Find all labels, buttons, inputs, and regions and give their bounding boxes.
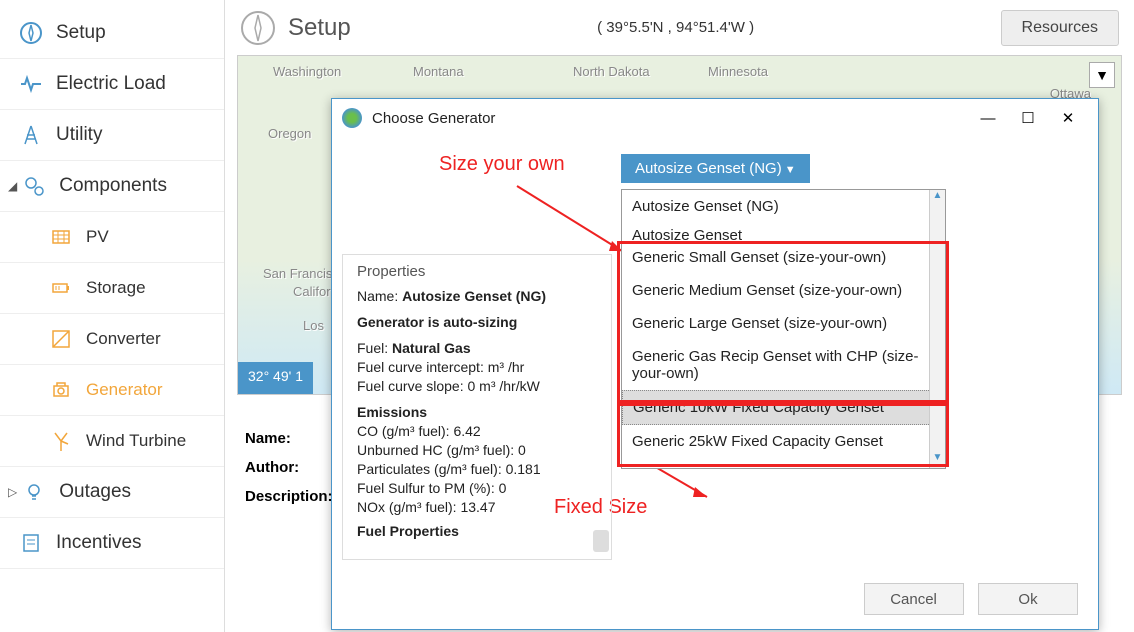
map-label: Montana	[413, 64, 464, 79]
name-value: Autosize Genset (NG)	[402, 288, 546, 304]
battery-icon	[48, 275, 74, 301]
author-label: Author:	[245, 459, 337, 476]
name-label: Name:	[357, 288, 398, 304]
compass-icon	[240, 10, 276, 46]
emission-value: Unburned HC (g/m³ fuel): 0	[357, 442, 597, 458]
pv-icon	[48, 224, 74, 250]
cancel-button[interactable]: Cancel	[864, 583, 964, 615]
sidebar-item-electric-load[interactable]: Electric Load	[0, 59, 224, 110]
map-label: Washington	[273, 64, 341, 79]
fuel-slope: Fuel curve slope: 0 m³ /hr/kW	[357, 378, 597, 394]
waveform-icon	[18, 71, 44, 97]
sidebar-label: Wind Turbine	[86, 431, 186, 451]
emissions-heading: Emissions	[357, 404, 597, 420]
app-icon	[342, 108, 362, 128]
properties-heading: Properties	[357, 263, 597, 280]
annotation-size-your-own: Size your own	[439, 153, 565, 176]
map-label: North Dakota	[573, 64, 650, 79]
dialog-titlebar: Choose Generator — ☐ ✕	[332, 99, 1098, 137]
sidebar-label: Converter	[86, 329, 161, 349]
header-bar: Setup ( 39°5.5'N , 94°51.4'W ) Resources	[225, 0, 1134, 55]
sidebar-item-setup[interactable]: Setup	[0, 8, 224, 59]
location-coords: ( 39°5.5'N , 94°51.4'W )	[351, 19, 1001, 36]
emission-value: Fuel Sulfur to PM (%): 0	[357, 480, 597, 496]
map-controls: ▼	[1089, 62, 1115, 91]
autosizing-text: Generator is auto-sizing	[357, 314, 597, 330]
fuel-props-heading: Fuel Properties	[357, 523, 597, 539]
map-layers-toggle[interactable]: ▼	[1089, 62, 1115, 88]
document-icon	[18, 530, 44, 556]
sidebar-label: Electric Load	[56, 73, 166, 95]
generator-select[interactable]: Autosize Genset (NG)	[621, 154, 810, 183]
sidebar-label: PV	[86, 227, 109, 247]
minimize-icon[interactable]: —	[968, 105, 1008, 131]
name-label: Name:	[245, 430, 337, 447]
fuel-intercept: Fuel curve intercept: m³ /hr	[357, 359, 597, 375]
caret-down-icon: ◢	[8, 179, 17, 193]
sidebar-label: Incentives	[56, 532, 142, 554]
sidebar-label: Storage	[86, 278, 146, 298]
bulb-icon	[21, 479, 47, 505]
properties-panel: Properties Name: Autosize Genset (NG) Ge…	[342, 254, 612, 560]
dialog-buttons: Cancel Ok	[854, 583, 1078, 615]
sidebar-item-utility[interactable]: Utility	[0, 110, 224, 161]
sidebar-item-storage[interactable]: Storage	[0, 263, 224, 314]
latlon-bar: 32° 49' 1	[238, 362, 313, 394]
generator-icon	[48, 377, 74, 403]
emission-value: NOx (g/m³ fuel): 13.47	[357, 499, 597, 515]
map-label: Los	[303, 318, 324, 333]
sidebar-label: Utility	[56, 124, 102, 146]
props-scrollbar[interactable]	[593, 530, 609, 552]
fuel-value: Natural Gas	[392, 340, 471, 356]
sidebar-label: Outages	[59, 481, 131, 503]
sidebar-label: Setup	[56, 22, 106, 44]
scroll-up-icon[interactable]: ▲	[930, 190, 945, 206]
sidebar-item-outages[interactable]: ▷ Outages	[0, 467, 224, 518]
close-icon[interactable]: ✕	[1048, 105, 1088, 131]
sidebar-label: Components	[59, 175, 167, 197]
fuel-label: Fuel:	[357, 340, 388, 356]
sidebar-item-incentives[interactable]: Incentives	[0, 518, 224, 569]
arrow-icon	[512, 181, 632, 261]
description-label: Description:	[245, 488, 337, 505]
emission-value: CO (g/m³ fuel): 6.42	[357, 423, 597, 439]
converter-icon	[48, 326, 74, 352]
resources-button[interactable]: Resources	[1001, 10, 1119, 46]
ok-button[interactable]: Ok	[978, 583, 1078, 615]
caret-right-icon: ▷	[8, 485, 17, 499]
wind-turbine-icon	[48, 428, 74, 454]
sidebar-label: Generator	[86, 380, 163, 400]
choose-generator-dialog: Choose Generator — ☐ ✕ Size your own Fix…	[331, 98, 1099, 630]
annotation-box	[617, 403, 949, 467]
sidebar-item-generator[interactable]: Generator	[0, 365, 224, 416]
annotation-box	[617, 241, 949, 403]
map-label: Oregon	[268, 126, 311, 141]
compass-icon	[18, 20, 44, 46]
maximize-icon[interactable]: ☐	[1008, 105, 1048, 131]
sidebar-item-components[interactable]: ◢ Components	[0, 161, 224, 212]
page-title: Setup	[288, 14, 351, 42]
sidebar-item-wind-turbine[interactable]: Wind Turbine	[0, 416, 224, 467]
dropdown-item[interactable]: Autosize Genset	[622, 223, 945, 241]
dropdown-item[interactable]: Autosize Genset (NG)	[622, 190, 945, 223]
map-label: Minnesota	[708, 64, 768, 79]
tower-icon	[18, 122, 44, 148]
dialog-title: Choose Generator	[372, 110, 968, 127]
sidebar-item-pv[interactable]: PV	[0, 212, 224, 263]
sidebar-item-converter[interactable]: Converter	[0, 314, 224, 365]
gears-icon	[21, 173, 47, 199]
sidebar: Setup Electric Load Utility ◢ Components…	[0, 0, 225, 632]
emission-value: Particulates (g/m³ fuel): 0.181	[357, 461, 597, 477]
